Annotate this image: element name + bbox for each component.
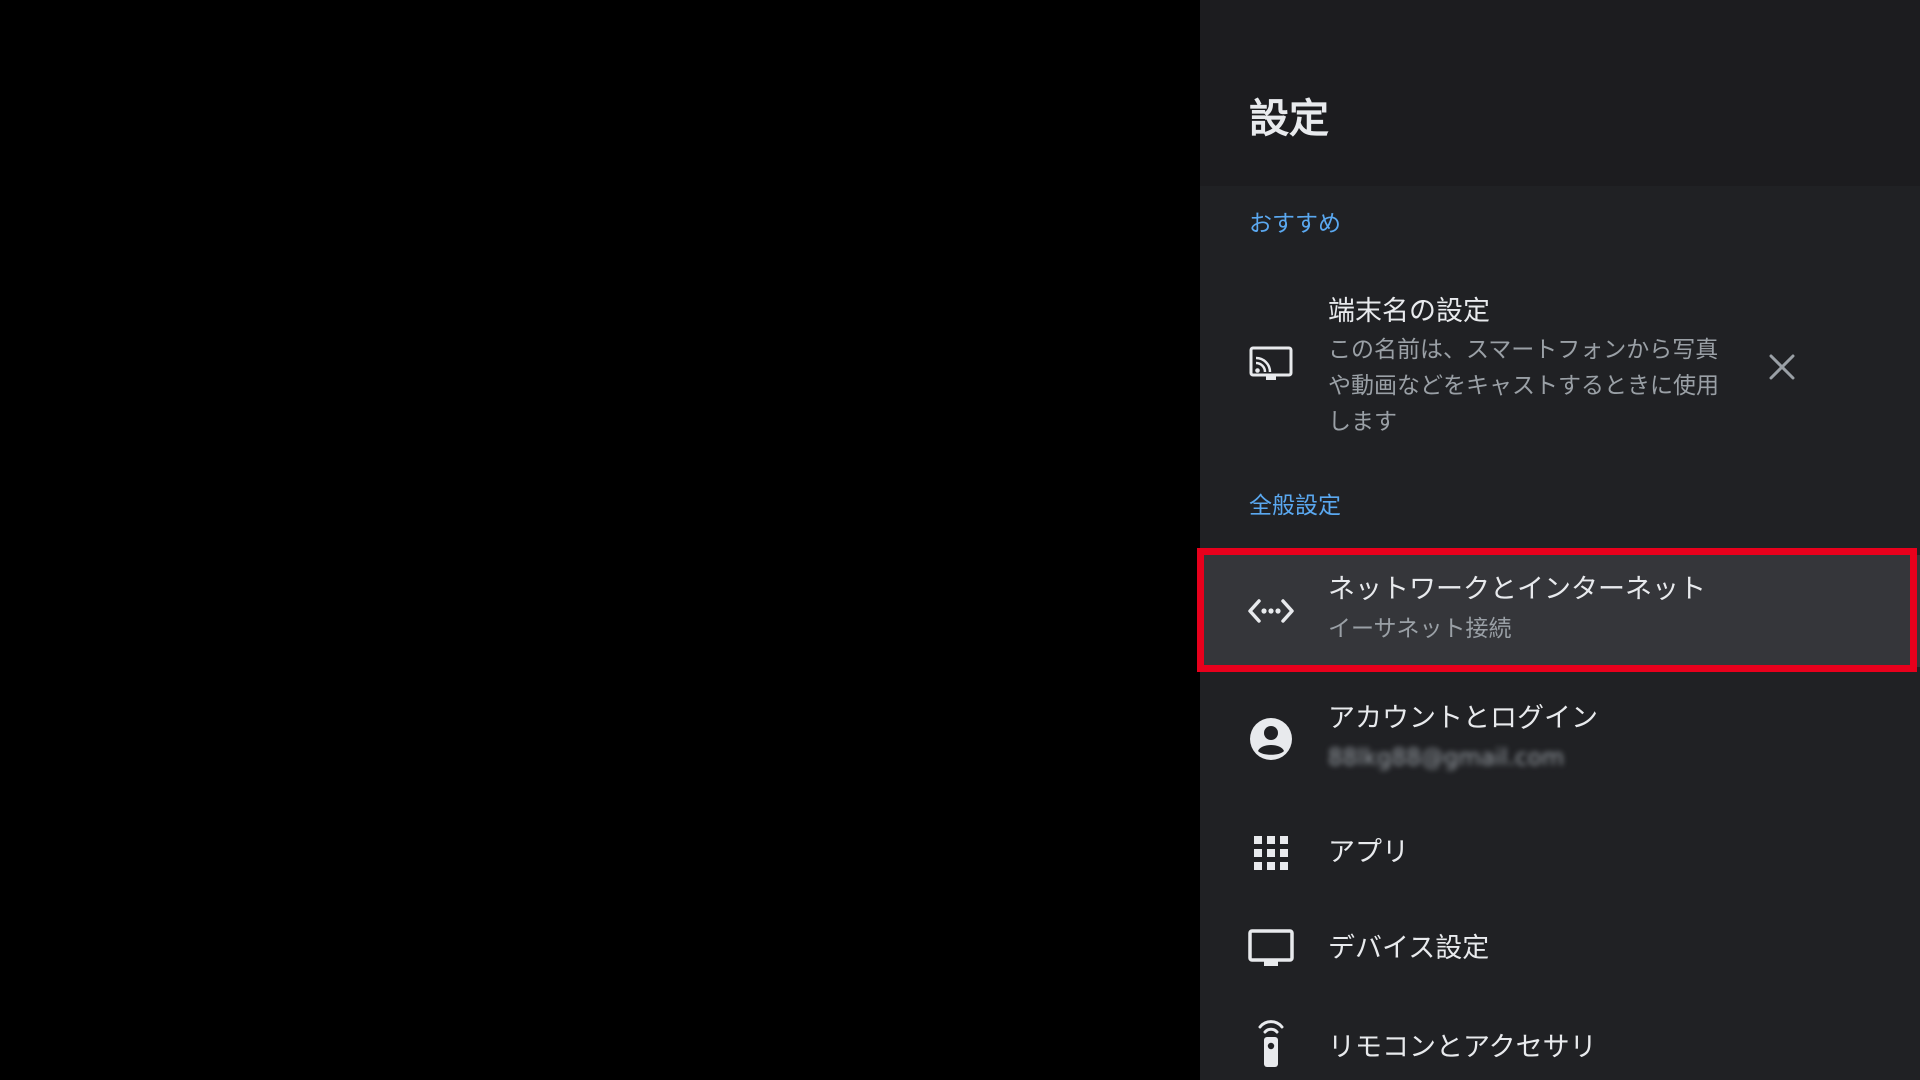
menu-item-title: ネットワークとインターネット (1328, 574, 1706, 605)
menu-item-subtitle: イーサネット接続 (1328, 616, 1512, 642)
suggestion-description-line: します (1328, 409, 1397, 435)
close-icon (1769, 354, 1795, 380)
apps-grid-icon (1248, 830, 1294, 876)
suggestion-description-line: や動画などをキャストするときに使用 (1328, 373, 1719, 399)
suggestion-title: 端末名の設定 (1328, 296, 1490, 327)
cast-icon (1248, 342, 1294, 388)
section-label-general: 全般設定 (1249, 493, 1341, 519)
dismiss-suggestion-button[interactable] (1760, 345, 1804, 389)
menu-item-accounts[interactable]: アカウントとログイン 88lkg88@gmail.com (1200, 684, 1920, 796)
settings-panel: 設定 おすすめ 端末名の設定 この名前は、スマートフォンから写真 や動画などをキ… (1200, 0, 1920, 1080)
tv-icon (1248, 926, 1294, 972)
menu-item-title: デバイス設定 (1328, 933, 1490, 964)
network-icon (1248, 588, 1294, 634)
remote-icon (1248, 1020, 1294, 1067)
menu-item-title: アカウントとログイン (1328, 703, 1598, 734)
section-label-recommended: おすすめ (1249, 211, 1341, 237)
page-title: 設定 (1249, 96, 1329, 142)
suggestion-description-line: この名前は、スマートフォンから写真 (1328, 337, 1719, 363)
suggestion-device-name[interactable]: 端末名の設定 この名前は、スマートフォンから写真 や動画などをキャストするときに… (1200, 280, 1920, 450)
menu-item-network[interactable]: ネットワークとインターネット イーサネット接続 (1200, 555, 1920, 667)
account-icon (1248, 716, 1294, 762)
menu-item-remotes[interactable]: リモコンとアクセサリ (1200, 1010, 1920, 1080)
account-email: 88lkg88@gmail.com (1328, 745, 1565, 771)
suggestion-description: この名前は、スマートフォンから写真 や動画などをキャストするときに使用 します (1328, 332, 1719, 440)
menu-item-device-preferences[interactable]: デバイス設定 (1200, 916, 1920, 982)
content-backdrop (0, 0, 1200, 1080)
menu-item-apps[interactable]: アプリ (1200, 820, 1920, 886)
settings-header: 設定 (1200, 0, 1920, 186)
menu-item-title: リモコンとアクセサリ (1328, 1032, 1597, 1063)
menu-item-title: アプリ (1328, 837, 1409, 868)
